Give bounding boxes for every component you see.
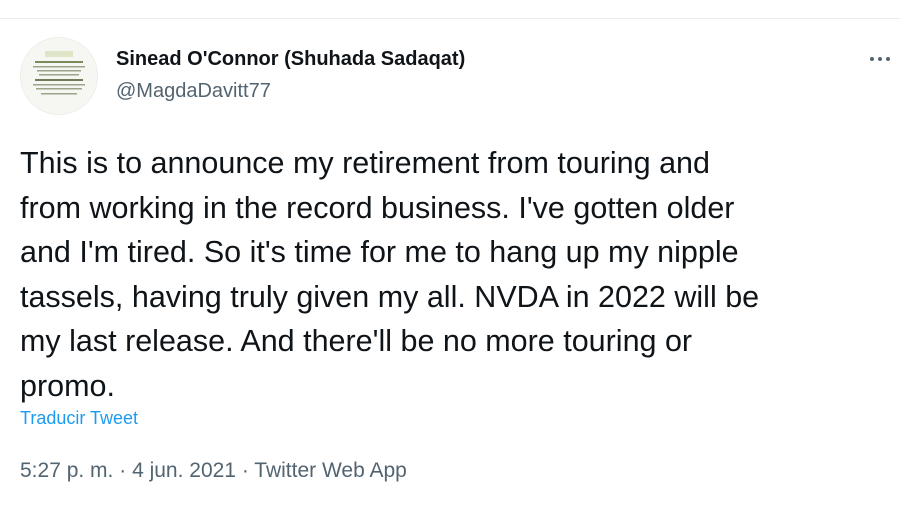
tweet-card: Sinead O'Connor (Shuhada Sadaqat) @Magda… [0,19,900,505]
tweet-author: Sinead O'Connor (Shuhada Sadaqat) @Magda… [116,47,465,103]
meta-separator: · [236,459,255,482]
more-dot-icon [878,57,882,61]
tweet-text: This is to announce my retirement from t… [20,146,760,403]
display-name[interactable]: Sinead O'Connor (Shuhada Sadaqat) [116,47,465,71]
tweet-source[interactable]: Twitter Web App [254,459,407,482]
profile-avatar[interactable] [20,37,98,115]
more-dot-icon [886,57,890,61]
more-dot-icon [870,57,874,61]
meta-separator: · [113,459,133,482]
tweet-date[interactable]: 4 jun. 2021 [132,459,236,482]
more-options-button[interactable] [870,49,900,69]
avatar-image-icon [21,38,97,114]
tweet-time[interactable]: 5:27 p. m. [20,459,113,482]
user-handle[interactable]: @MagdaDavitt77 [116,79,465,103]
translate-tweet-link[interactable]: Traducir Tweet [20,408,138,429]
tweet-metadata: 5:27 p. m. · 4 jun. 2021 · Twitter Web A… [20,459,407,483]
